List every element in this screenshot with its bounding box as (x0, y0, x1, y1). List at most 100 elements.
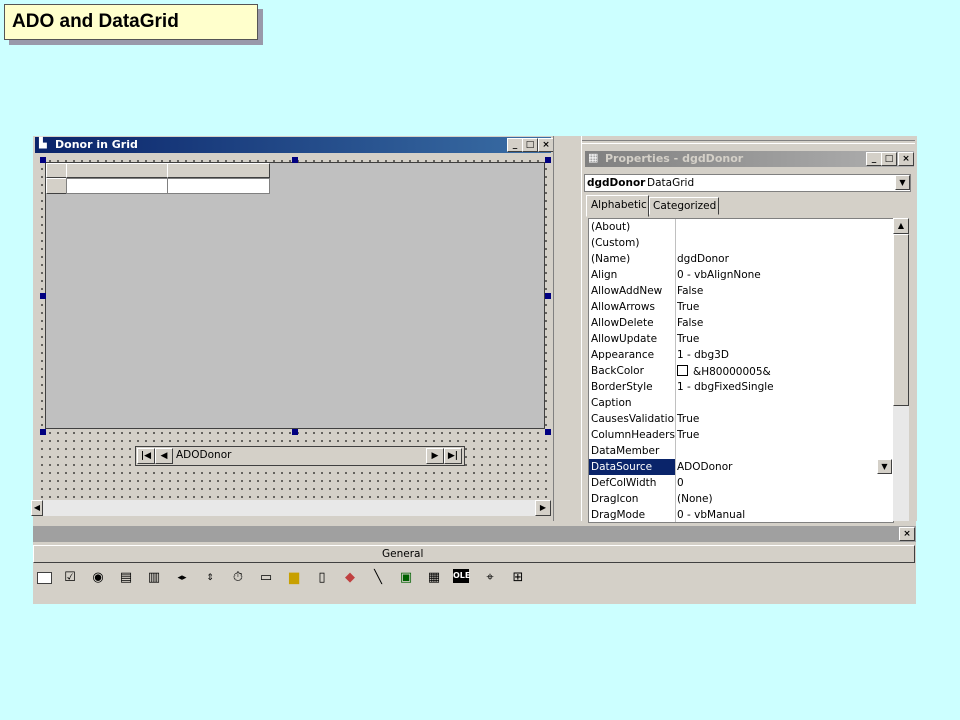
grid-cell[interactable] (167, 178, 270, 194)
form-canvas[interactable]: |◀ ◀ ADODonor ▶ ▶| (35, 154, 551, 499)
form-horizontal-scrollbar[interactable]: ◀ ▶ (31, 500, 551, 516)
grid-header-cell[interactable] (66, 163, 168, 178)
chevron-down-icon[interactable]: ▼ (895, 175, 910, 190)
grid-header-cell[interactable] (167, 163, 270, 178)
last-record-button[interactable]: ▶| (444, 448, 462, 464)
datagrid-control[interactable] (45, 162, 545, 429)
property-row[interactable]: AllowAddNew False (589, 283, 893, 300)
property-name: DataSource (589, 459, 675, 475)
properties-minimize-button[interactable]: _ (866, 152, 882, 166)
close-button[interactable]: × (538, 138, 554, 152)
property-divider (675, 379, 676, 395)
drive-tool-icon[interactable]: ▭ (257, 569, 275, 587)
datagrid-tool-icon[interactable]: ⊞ (509, 569, 527, 587)
folder-tool-icon[interactable]: ▆ (285, 569, 303, 587)
property-row[interactable]: DefColWidth 0 (589, 475, 893, 492)
property-value[interactable]: 1 - dbg3D (677, 349, 887, 361)
timer-tool-icon[interactable]: ⏱ (229, 569, 247, 587)
property-row[interactable]: (About) (589, 219, 893, 236)
minimize-button[interactable]: _ (507, 138, 523, 152)
combobox-tool-icon[interactable]: ▤ (117, 569, 135, 587)
property-scrollbar[interactable]: ▲ (893, 218, 909, 521)
property-value[interactable]: dgdDonor (677, 253, 887, 265)
property-row[interactable]: Appearance 1 - dbg3D (589, 347, 893, 364)
property-row[interactable]: (Name) dgdDonor (589, 251, 893, 268)
maximize-button[interactable]: □ (522, 138, 538, 152)
previous-record-button[interactable]: ◀ (155, 448, 173, 464)
property-value[interactable]: 1 - dbgFixedSingle (677, 381, 887, 393)
chevron-down-icon[interactable]: ▼ (877, 459, 892, 474)
listbox-tool-icon[interactable]: ▥ (145, 569, 163, 587)
data-tool-icon[interactable]: ▦ (425, 569, 443, 587)
selection-handle[interactable] (545, 429, 551, 435)
property-divider (675, 427, 676, 443)
image-tool-icon[interactable]: ▣ (397, 569, 415, 587)
grid-corner-cell (46, 163, 67, 178)
object-selector[interactable]: dgdDonor DataGrid ▼ (584, 174, 911, 192)
property-row[interactable]: DragIcon (None) (589, 491, 893, 508)
property-row[interactable]: DragMode 0 - vbManual (589, 507, 893, 522)
scroll-left-arrow[interactable]: ◀ (31, 500, 43, 516)
property-row[interactable]: DataSource ADODonor ▼ (589, 459, 893, 476)
property-value[interactable]: True (677, 429, 887, 441)
selection-handle[interactable] (292, 157, 298, 163)
property-value[interactable]: 0 (677, 477, 887, 489)
property-row[interactable]: ColumnHeaders True (589, 427, 893, 444)
property-divider (675, 459, 676, 475)
property-value[interactable]: ADODonor (677, 461, 887, 473)
scroll-thumb[interactable] (893, 234, 909, 406)
tab-alphabetic[interactable]: Alphabetic (586, 195, 649, 217)
scroll-right-arrow[interactable]: ▶ (535, 500, 551, 516)
property-value[interactable]: (None) (677, 493, 887, 505)
scroll-up-arrow[interactable]: ▲ (893, 218, 909, 234)
toolbox-section-general[interactable]: General (33, 545, 915, 563)
property-row[interactable]: (Custom) (589, 235, 893, 252)
selection-handle[interactable] (545, 293, 551, 299)
property-row[interactable]: CausesValidation True (589, 411, 893, 428)
property-value[interactable]: 0 - vbAlignNone (677, 269, 887, 281)
window-splitter[interactable] (553, 136, 582, 521)
property-value[interactable]: False (677, 285, 887, 297)
checkbox-tool-icon[interactable]: ☑ (61, 569, 79, 587)
adodc-tool-icon[interactable]: ⌖ (481, 569, 499, 587)
hscroll-tool-icon[interactable]: ◂▸ (173, 569, 191, 587)
shape-tool-icon[interactable]: ◆ (341, 569, 359, 587)
selection-handle[interactable] (40, 429, 46, 435)
next-record-button[interactable]: ▶ (426, 448, 444, 464)
grid-row-selector[interactable] (46, 178, 67, 194)
property-row[interactable]: Caption (589, 395, 893, 412)
ole-tool-icon[interactable]: OLE (453, 569, 470, 583)
ado-data-control[interactable]: |◀ ◀ ADODonor ▶ ▶| (135, 446, 465, 466)
selection-handle[interactable] (40, 157, 46, 163)
property-row[interactable]: DataMember (589, 443, 893, 460)
selection-handle[interactable] (292, 429, 298, 435)
property-name: Align (591, 269, 618, 281)
vscroll-tool-icon[interactable]: ⇕ (201, 569, 219, 587)
properties-window: ▦ Properties - dgdDonor _ □ × dgdDonor D… (581, 136, 917, 523)
file-tool-icon[interactable]: ▯ (313, 569, 331, 587)
grid-cell[interactable] (66, 178, 168, 194)
property-value[interactable]: True (677, 413, 887, 425)
toolbox-close-button[interactable]: × (899, 527, 915, 541)
property-value[interactable]: True (677, 333, 887, 345)
property-row[interactable]: AllowArrows True (589, 299, 893, 316)
option-tool-icon[interactable]: ◉ (89, 569, 107, 587)
property-row[interactable]: AllowDelete False (589, 315, 893, 332)
selection-handle[interactable] (40, 293, 46, 299)
property-value[interactable]: True (677, 301, 887, 313)
property-value[interactable]: False (677, 317, 887, 329)
property-value[interactable]: 0 - vbManual (677, 509, 887, 521)
property-row[interactable]: Align 0 - vbAlignNone (589, 267, 893, 284)
tab-categorized[interactable]: Categorized (649, 197, 719, 215)
first-record-button[interactable]: |◀ (137, 448, 155, 464)
property-row[interactable]: AllowUpdate True (589, 331, 893, 348)
line-tool-icon[interactable]: ╲ (369, 569, 387, 587)
property-value[interactable]: &H80000005& (677, 365, 887, 378)
properties-close-button[interactable]: × (898, 152, 914, 166)
properties-maximize-button[interactable]: □ (881, 152, 897, 166)
form-icon: ▙ (39, 138, 47, 149)
textbox-tool-icon[interactable] (35, 569, 53, 587)
property-row[interactable]: BackColor &H80000005& (589, 363, 893, 380)
property-row[interactable]: BorderStyle 1 - dbgFixedSingle (589, 379, 893, 396)
selection-handle[interactable] (545, 157, 551, 163)
